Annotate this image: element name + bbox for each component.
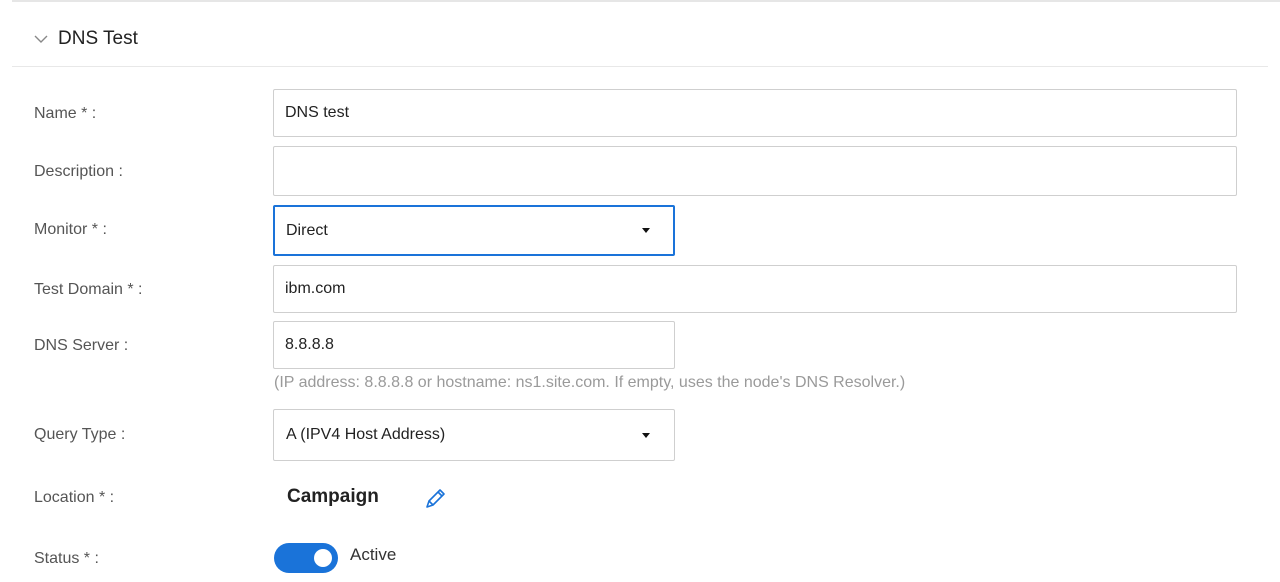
query-type-value: A (IPV4 Host Address) bbox=[286, 426, 446, 443]
edit-location-button[interactable] bbox=[420, 484, 450, 514]
status-toggle[interactable] bbox=[274, 543, 338, 573]
dns-server-hint: (IP address: 8.8.8.8 or hostname: ns1.si… bbox=[274, 374, 906, 391]
description-label: Description : bbox=[34, 163, 123, 180]
location-value: Campaign bbox=[287, 486, 379, 507]
caret-down-icon bbox=[642, 432, 650, 438]
status-value: Active bbox=[350, 545, 397, 564]
test-domain-input[interactable] bbox=[273, 265, 1237, 313]
pencil-icon bbox=[426, 489, 445, 508]
dns-server-input[interactable] bbox=[273, 321, 675, 369]
section-header[interactable]: DNS Test bbox=[34, 24, 138, 54]
name-input[interactable] bbox=[273, 89, 1237, 137]
description-input[interactable] bbox=[273, 146, 1237, 196]
name-label: Name * : bbox=[34, 105, 97, 122]
status-label: Status * : bbox=[34, 550, 99, 567]
query-type-select[interactable]: A (IPV4 Host Address) bbox=[273, 409, 675, 461]
toggle-knob bbox=[314, 549, 332, 567]
section-title: DNS Test bbox=[58, 28, 138, 49]
query-type-label: Query Type : bbox=[34, 426, 126, 443]
location-label: Location * : bbox=[34, 489, 115, 506]
monitor-value: Direct bbox=[286, 221, 328, 239]
chevron-down-icon[interactable] bbox=[34, 32, 48, 46]
dns-server-label: DNS Server : bbox=[34, 337, 129, 354]
monitor-select[interactable]: Direct bbox=[273, 205, 675, 256]
top-divider bbox=[12, 0, 1280, 2]
header-divider bbox=[12, 66, 1268, 67]
test-domain-label: Test Domain * : bbox=[34, 281, 143, 298]
monitor-label: Monitor * : bbox=[34, 221, 107, 238]
caret-down-icon bbox=[642, 228, 650, 233]
